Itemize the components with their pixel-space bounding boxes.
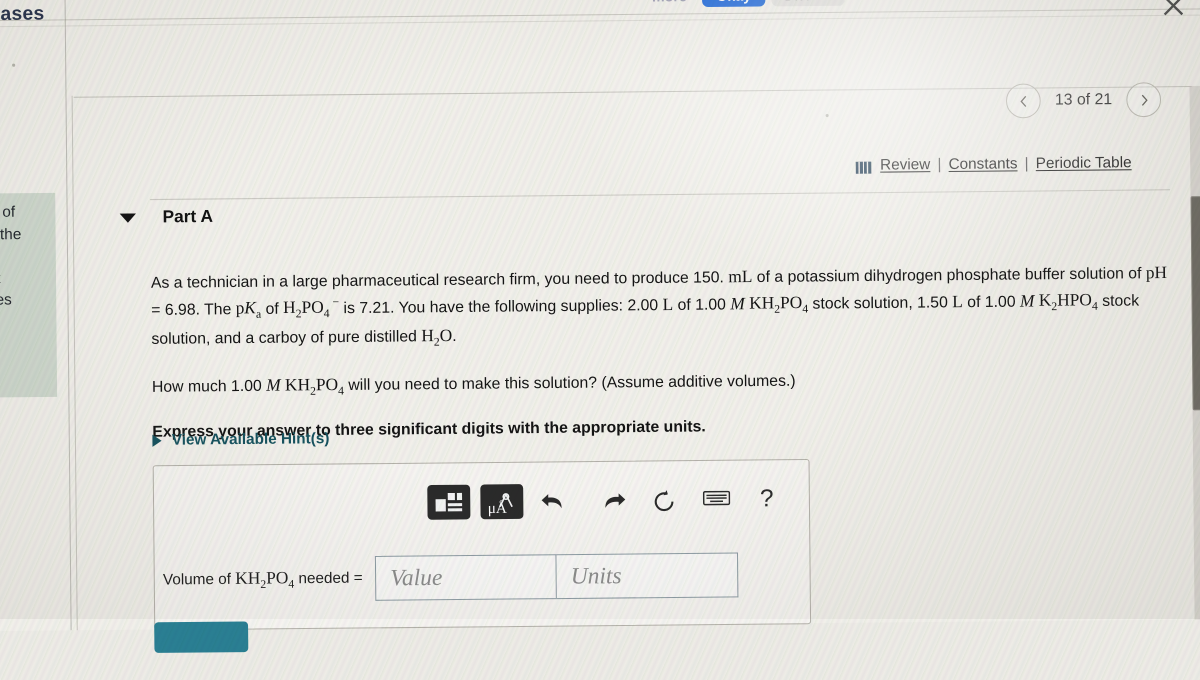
chevron-right-icon[interactable] (1126, 82, 1161, 117)
constants-link[interactable]: Constants (948, 155, 1017, 173)
question-paragraph-1: As a technician in a large pharmaceutica… (151, 262, 1172, 357)
formula-kh2po4-3: KH2PO4 (235, 568, 294, 588)
q1-s9: of 1.00 (963, 293, 1020, 311)
symbol-pka: pKa (236, 298, 262, 318)
formula-kh2po4-2: KH2PO4 (285, 375, 344, 395)
okay-button[interactable]: Okay (702, 0, 766, 7)
question-paragraph-2: How much 1.00 M KH2PO4 will you need to … (152, 366, 1172, 405)
page-title: nd Bases (0, 3, 45, 26)
math-toolbar: μÅ (427, 482, 773, 520)
view-hints-toggle[interactable]: View Available Hint(s) (152, 430, 329, 449)
unit-l-2: L (952, 291, 963, 310)
dust-speck (826, 114, 829, 117)
answer-input-row: Volume of KH2PO4 needed = Value Units (163, 552, 739, 602)
page-indicator: 13 of 21 (1055, 91, 1112, 110)
undo-icon[interactable] (540, 490, 567, 513)
review-link[interactable]: Review (880, 156, 930, 174)
sidebar-item-label: H of d the d at ses (0, 201, 70, 311)
part-title: Part A (162, 207, 213, 228)
sidebar-highlighted-item[interactable]: H of d the d at ses (0, 193, 57, 398)
q1-s8: stock solution, 1.50 (808, 294, 952, 313)
q1-s12: . (452, 328, 457, 345)
micro-angstrom-label: μÅ (488, 501, 507, 519)
content-panel-left-border (72, 96, 78, 630)
q2-s3: will you need to make this solution? (As… (344, 372, 796, 394)
pagination: 13 of 21 (1006, 82, 1161, 118)
q2-s1: How much 1.00 (152, 377, 266, 395)
submit-button[interactable] (154, 621, 248, 652)
answer-label: Volume of KH2PO4 needed = (163, 567, 363, 592)
value-input[interactable]: Value (375, 554, 557, 601)
unit-l-1: L (662, 294, 673, 313)
unit-molar-1: M (730, 293, 745, 313)
chevron-left-icon[interactable] (1006, 83, 1041, 118)
link-separator-2: | (1025, 155, 1029, 172)
sidebar-divider (65, 0, 72, 630)
q1-s2: of a potassium dihydrogen phosphate buff… (752, 265, 1146, 286)
dust-speck (12, 64, 15, 67)
part-divider (150, 189, 1170, 200)
help-icon[interactable]: ? (760, 485, 774, 514)
units-input[interactable]: Units (556, 552, 738, 599)
redo-icon[interactable] (601, 489, 628, 512)
scrollbar-thumb[interactable] (1191, 196, 1200, 410)
q1-s3: = 6.98. The (151, 300, 236, 318)
unit-molar-2: M (1020, 291, 1035, 311)
link-separator-1: | (937, 156, 941, 173)
q1-s6: of 1.00 (673, 296, 730, 314)
q1-s4: of (261, 300, 283, 318)
units-micro-angstrom-icon[interactable]: μÅ (480, 484, 523, 519)
close-icon[interactable] (1160, 0, 1187, 19)
answer-entry-panel: μÅ (153, 459, 811, 631)
unit-ml: mL (728, 267, 752, 287)
formula-h2po4: H2PO4 − (283, 297, 339, 317)
caret-right-icon[interactable] (152, 434, 161, 446)
template-matrix-icon[interactable] (427, 485, 470, 520)
more-button[interactable]: more (625, 0, 713, 8)
view-hints-label: View Available Hint(s) (172, 430, 330, 449)
disable-button[interactable]: Disable (771, 0, 845, 6)
periodic-table-link[interactable]: Periodic Table (1036, 154, 1132, 172)
unit-molar-3: M (266, 375, 281, 395)
formula-kh2po4-1: KH2PO4 (749, 293, 808, 313)
formula-h2o: H2O (421, 326, 452, 346)
q1-s5: is 7.21. You have the following supplies… (339, 296, 663, 316)
caret-down-icon[interactable] (120, 213, 136, 222)
symbol-ph: pH (1146, 263, 1167, 283)
question-body: As a technician in a large pharmaceutica… (151, 262, 1173, 443)
book-icon (856, 160, 873, 172)
resource-links: Review | Constants | Periodic Table (856, 154, 1132, 174)
keyboard-icon[interactable] (703, 488, 730, 511)
reset-icon[interactable] (652, 489, 679, 512)
q1-s1: As a technician in a large pharmaceutica… (151, 269, 729, 292)
formula-k2hpo4: K2HPO4 (1039, 290, 1098, 310)
part-a-header[interactable]: Part A (120, 207, 213, 228)
